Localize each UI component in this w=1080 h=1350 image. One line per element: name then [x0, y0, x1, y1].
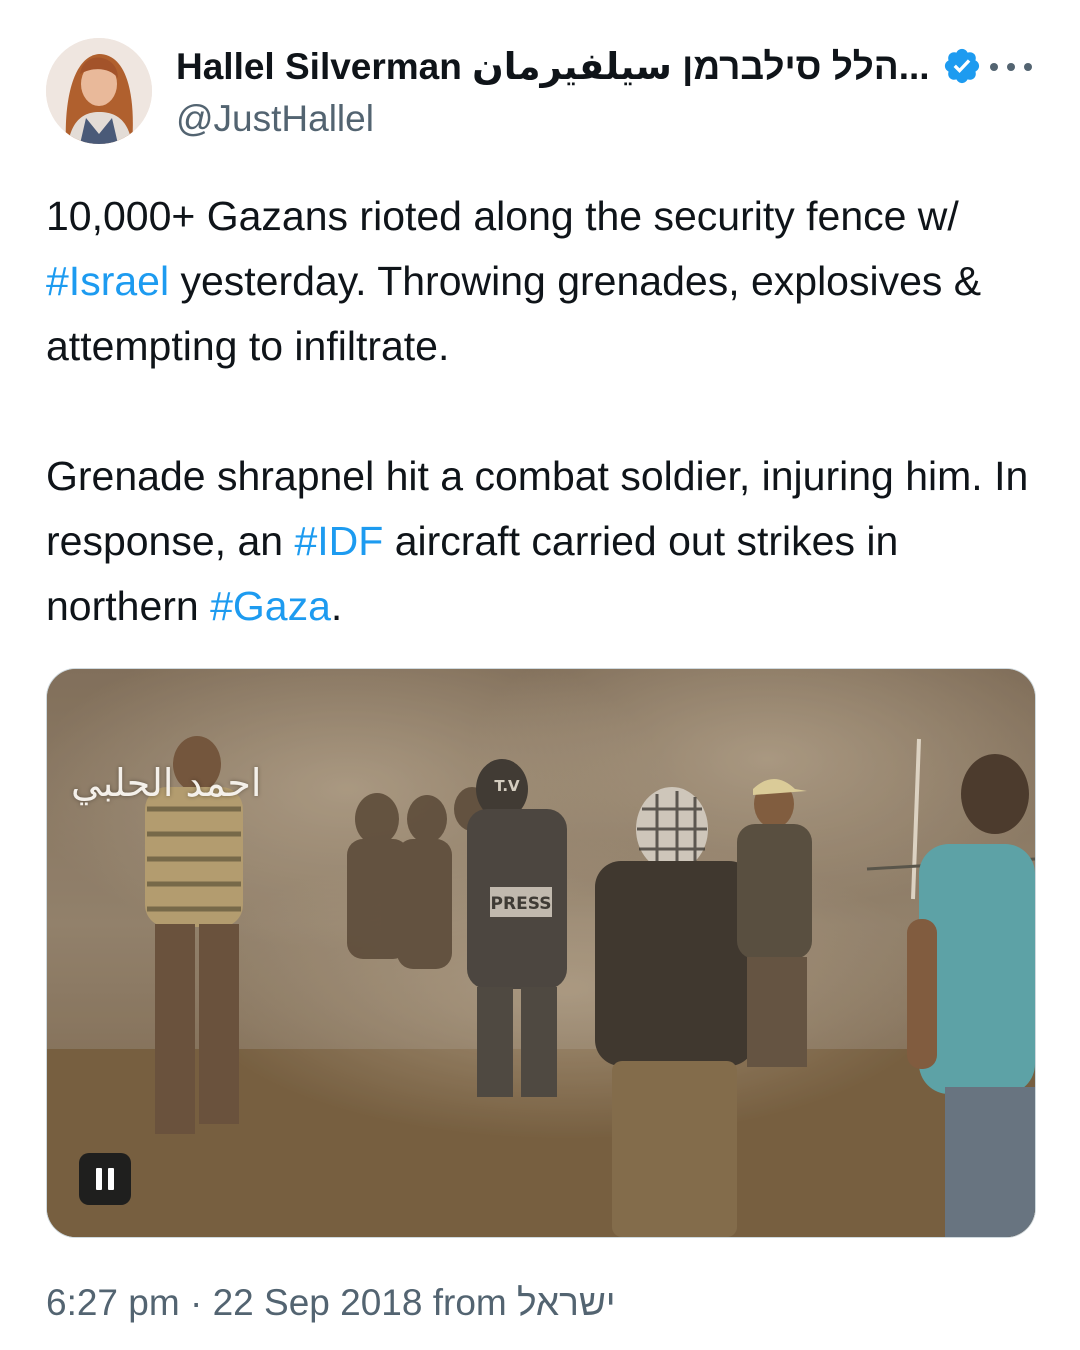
- more-dot: [1024, 63, 1032, 71]
- meta-separator: ·: [179, 1282, 213, 1323]
- pause-bar: [96, 1168, 102, 1190]
- author-display-name[interactable]: Hallel Silverman הלל סילברמן سيلفيرمان..…: [176, 45, 930, 88]
- more-options-icon[interactable]: [990, 52, 1032, 82]
- verified-badge-icon: [944, 48, 979, 84]
- hashtag-idf[interactable]: #IDF: [294, 518, 383, 564]
- tweet-text-segment: .: [330, 583, 343, 629]
- more-dot: [990, 63, 998, 71]
- pause-icon[interactable]: [79, 1153, 131, 1205]
- author-handle[interactable]: @JustHallel: [176, 98, 374, 140]
- tweet-time[interactable]: 6:27 pm: [46, 1282, 180, 1323]
- tweet-text-segment: 10,000+ Gazans rioted along the security…: [46, 193, 959, 239]
- tweet-meta: 6:27 pm · 22 Sep 2018 from ישראל: [46, 1282, 616, 1324]
- tweet-paragraph-2: Grenade shrapnel hit a combat soldier, i…: [46, 444, 1046, 639]
- video-frame: PRESS T.V: [47, 669, 1035, 1237]
- hashtag-gaza[interactable]: #Gaza: [210, 583, 331, 629]
- from-label: from: [422, 1282, 518, 1323]
- avatar[interactable]: [46, 38, 152, 144]
- pause-bar: [108, 1168, 114, 1190]
- tweet: Hallel Silverman הלל סילברמן سيلفيرمان..…: [0, 0, 1080, 1350]
- video-watermark: احمد الحلبي: [71, 761, 262, 805]
- author-name-row: Hallel Silverman הלל סילברמן سيلفيرمان..…: [176, 42, 982, 90]
- tweet-text: 10,000+ Gazans rioted along the security…: [46, 184, 1046, 639]
- tweet-date[interactable]: 22 Sep 2018: [213, 1282, 423, 1323]
- video-player[interactable]: PRESS T.V احمد الحلبي: [46, 668, 1036, 1238]
- tweet-text-segment: yesterday. Throwing grenades, explosives…: [46, 258, 982, 369]
- tweet-paragraph-1: 10,000+ Gazans rioted along the security…: [46, 184, 1046, 379]
- tweet-location: ישראל: [517, 1282, 616, 1323]
- more-dot: [1007, 63, 1015, 71]
- hashtag-israel[interactable]: #Israel: [46, 258, 169, 304]
